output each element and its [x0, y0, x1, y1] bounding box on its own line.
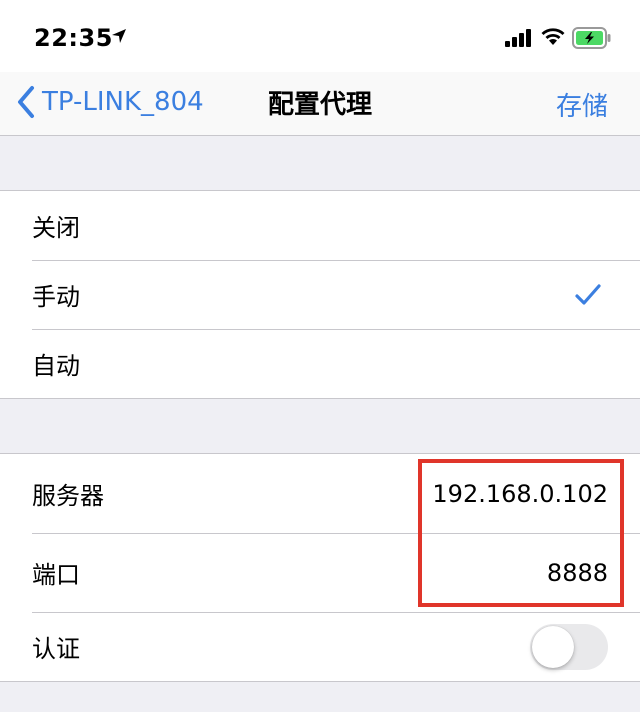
proxy-mode-off-row[interactable]: 关闭: [0, 191, 640, 260]
cellular-signal-icon: [505, 29, 531, 47]
port-row[interactable]: 端口 8888: [0, 533, 640, 612]
save-button[interactable]: 存储: [556, 86, 608, 123]
auth-toggle-knob: [532, 625, 574, 668]
back-chevron-icon: [18, 86, 34, 118]
page-title: 配置代理: [267, 90, 372, 120]
checkmark-icon: [575, 283, 601, 305]
port-label: 端口: [32, 561, 80, 589]
proxy-mode-auto-row[interactable]: 自动: [0, 329, 640, 398]
back-label: TP-LINK_804: [42, 87, 204, 117]
auth-row: 认证: [0, 612, 640, 681]
proxy-mode-label: 手动: [32, 283, 80, 311]
wifi-icon: [541, 28, 565, 45]
proxy-mode-manual-row[interactable]: 手动: [0, 260, 640, 329]
proxy-mode-label: 自动: [32, 352, 80, 380]
location-arrow-icon: [112, 29, 126, 43]
server-settings-group: 服务器 192.168.0.102 端口 8888 认证: [0, 453, 640, 682]
navigation-bar: TP-LINK_804 配置代理 存储: [0, 72, 640, 136]
auth-label: 认证: [32, 635, 80, 663]
back-button[interactable]: TP-LINK_804: [16, 82, 204, 122]
server-label: 服务器: [32, 482, 104, 510]
auth-toggle[interactable]: [530, 623, 608, 670]
server-row[interactable]: 服务器 192.168.0.102: [0, 454, 640, 533]
battery-charging-icon: [572, 27, 611, 49]
server-input[interactable]: 192.168.0.102: [432, 480, 608, 508]
status-bar: 22:35: [0, 0, 640, 72]
port-input[interactable]: 8888: [547, 559, 608, 587]
status-time: 22:35: [34, 24, 113, 52]
proxy-mode-label: 关闭: [32, 214, 80, 242]
proxy-settings-screen: 22:35 TP-LINK_804 配置代理 存储 关闭 手动 自动 服务器 1…: [0, 0, 640, 712]
proxy-mode-group: 关闭 手动 自动: [0, 190, 640, 399]
